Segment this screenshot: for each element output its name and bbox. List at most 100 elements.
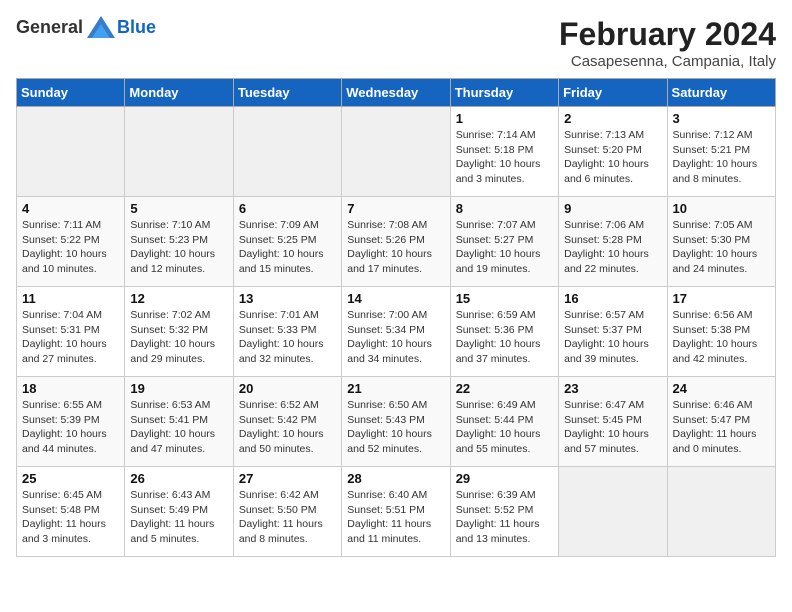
day-number: 11 — [22, 291, 119, 306]
day-number: 4 — [22, 201, 119, 216]
day-info: Sunrise: 7:09 AM Sunset: 5:25 PM Dayligh… — [239, 218, 336, 277]
day-number: 15 — [456, 291, 553, 306]
day-number: 23 — [564, 381, 661, 396]
day-info: Sunrise: 7:00 AM Sunset: 5:34 PM Dayligh… — [347, 308, 444, 367]
calendar-cell — [233, 107, 341, 197]
day-info: Sunrise: 6:40 AM Sunset: 5:51 PM Dayligh… — [347, 488, 444, 547]
day-number: 28 — [347, 471, 444, 486]
calendar-cell: 17 Sunrise: 6:56 AM Sunset: 5:38 PM Dayli… — [667, 287, 775, 377]
calendar-cell: 10Sunrise: 7:05 AM Sunset: 5:30 PM Dayli… — [667, 197, 775, 287]
calendar-cell: 25 Sunrise: 6:45 AM Sunset: 5:48 PM Dayli… — [17, 467, 125, 557]
day-number: 12 — [130, 291, 227, 306]
calendar-cell: 20Sunrise: 6:52 AM Sunset: 5:42 PM Dayli… — [233, 377, 341, 467]
day-number: 9 — [564, 201, 661, 216]
day-number: 20 — [239, 381, 336, 396]
calendar-cell — [17, 107, 125, 197]
day-number: 29 — [456, 471, 553, 486]
calendar-cell: 4 Sunrise: 7:11 AM Sunset: 5:22 PM Daylig… — [17, 197, 125, 287]
weekday-header-thursday: Thursday — [450, 79, 558, 107]
day-info: Sunrise: 6:57 AM Sunset: 5:37 PM Dayligh… — [564, 308, 661, 367]
calendar-week-3: 11 Sunrise: 7:04 AM Sunset: 5:31 PM Dayli… — [17, 287, 776, 377]
calendar-week-1: 1 Sunrise: 7:14 AM Sunset: 5:18 PM Daylig… — [17, 107, 776, 197]
day-number: 8 — [456, 201, 553, 216]
calendar-cell: 12 Sunrise: 7:02 AM Sunset: 5:32 PM Dayli… — [125, 287, 233, 377]
weekday-header-monday: Monday — [125, 79, 233, 107]
calendar-cell: 14 Sunrise: 7:00 AM Sunset: 5:34 PM Dayli… — [342, 287, 450, 377]
calendar-cell: 8Sunrise: 7:07 AM Sunset: 5:27 PM Daylig… — [450, 197, 558, 287]
day-number: 25 — [22, 471, 119, 486]
main-title: February 2024 — [559, 16, 776, 53]
calendar-week-4: 18 Sunrise: 6:55 AM Sunset: 5:39 PM Dayli… — [17, 377, 776, 467]
day-info: Sunrise: 7:12 AM Sunset: 5:21 PM Dayligh… — [673, 128, 770, 187]
day-info: Sunrise: 7:02 AM Sunset: 5:32 PM Dayligh… — [130, 308, 227, 367]
calendar-cell: 24Sunrise: 6:46 AM Sunset: 5:47 PM Dayli… — [667, 377, 775, 467]
day-info: Sunrise: 7:11 AM Sunset: 5:22 PM Dayligh… — [22, 218, 119, 277]
weekday-header-tuesday: Tuesday — [233, 79, 341, 107]
day-number: 3 — [673, 111, 770, 126]
day-number: 24 — [673, 381, 770, 396]
calendar-cell: 7 Sunrise: 7:08 AM Sunset: 5:26 PM Daylig… — [342, 197, 450, 287]
calendar-week-2: 4 Sunrise: 7:11 AM Sunset: 5:22 PM Daylig… — [17, 197, 776, 287]
weekday-header-wednesday: Wednesday — [342, 79, 450, 107]
logo-icon — [87, 16, 115, 38]
day-info: Sunrise: 6:47 AM Sunset: 5:45 PM Dayligh… — [564, 398, 661, 457]
day-number: 13 — [239, 291, 336, 306]
day-info: Sunrise: 6:50 AM Sunset: 5:43 PM Dayligh… — [347, 398, 444, 457]
day-number: 22 — [456, 381, 553, 396]
calendar-cell: 6 Sunrise: 7:09 AM Sunset: 5:25 PM Daylig… — [233, 197, 341, 287]
weekday-header-row: SundayMondayTuesdayWednesdayThursdayFrid… — [17, 79, 776, 107]
day-number: 18 — [22, 381, 119, 396]
day-info: Sunrise: 6:45 AM Sunset: 5:48 PM Dayligh… — [22, 488, 119, 547]
calendar-cell: 23 Sunrise: 6:47 AM Sunset: 5:45 PM Dayli… — [559, 377, 667, 467]
day-number: 26 — [130, 471, 227, 486]
calendar-cell: 26 Sunrise: 6:43 AM Sunset: 5:49 PM Dayli… — [125, 467, 233, 557]
calendar-cell: 16Sunrise: 6:57 AM Sunset: 5:37 PM Dayli… — [559, 287, 667, 377]
day-info: Sunrise: 6:39 AM Sunset: 5:52 PM Dayligh… — [456, 488, 553, 547]
calendar-body: 1 Sunrise: 7:14 AM Sunset: 5:18 PM Daylig… — [17, 107, 776, 557]
day-info: Sunrise: 6:42 AM Sunset: 5:50 PM Dayligh… — [239, 488, 336, 547]
logo: General Blue — [16, 16, 156, 38]
day-number: 17 — [673, 291, 770, 306]
day-number: 10 — [673, 201, 770, 216]
calendar-cell — [125, 107, 233, 197]
day-info: Sunrise: 7:06 AM Sunset: 5:28 PM Dayligh… — [564, 218, 661, 277]
calendar-cell: 21 Sunrise: 6:50 AM Sunset: 5:43 PM Dayli… — [342, 377, 450, 467]
title-area: February 2024 Casapesenna, Campania, Ita… — [559, 16, 776, 70]
calendar-cell: 1 Sunrise: 7:14 AM Sunset: 5:18 PM Daylig… — [450, 107, 558, 197]
day-info: Sunrise: 6:43 AM Sunset: 5:49 PM Dayligh… — [130, 488, 227, 547]
day-info: Sunrise: 6:55 AM Sunset: 5:39 PM Dayligh… — [22, 398, 119, 457]
day-info: Sunrise: 7:01 AM Sunset: 5:33 PM Dayligh… — [239, 308, 336, 367]
calendar-cell: 11 Sunrise: 7:04 AM Sunset: 5:31 PM Dayli… — [17, 287, 125, 377]
logo-blue: Blue — [117, 17, 156, 38]
day-info: Sunrise: 7:13 AM Sunset: 5:20 PM Dayligh… — [564, 128, 661, 187]
calendar-cell — [342, 107, 450, 197]
day-info: Sunrise: 7:04 AM Sunset: 5:31 PM Dayligh… — [22, 308, 119, 367]
day-number: 6 — [239, 201, 336, 216]
day-info: Sunrise: 6:56 AM Sunset: 5:38 PM Dayligh… — [673, 308, 770, 367]
day-number: 14 — [347, 291, 444, 306]
day-info: Sunrise: 7:14 AM Sunset: 5:18 PM Dayligh… — [456, 128, 553, 187]
day-info: Sunrise: 7:08 AM Sunset: 5:26 PM Dayligh… — [347, 218, 444, 277]
weekday-header-saturday: Saturday — [667, 79, 775, 107]
day-number: 7 — [347, 201, 444, 216]
day-info: Sunrise: 7:10 AM Sunset: 5:23 PM Dayligh… — [130, 218, 227, 277]
day-number: 1 — [456, 111, 553, 126]
logo-general: General — [16, 17, 83, 38]
subtitle: Casapesenna, Campania, Italy — [559, 53, 776, 70]
weekday-header-sunday: Sunday — [17, 79, 125, 107]
day-number: 19 — [130, 381, 227, 396]
day-number: 27 — [239, 471, 336, 486]
calendar-cell: 13 Sunrise: 7:01 AM Sunset: 5:33 PM Dayli… — [233, 287, 341, 377]
calendar-cell: 22 Sunrise: 6:49 AM Sunset: 5:44 PM Dayli… — [450, 377, 558, 467]
calendar-cell: 18 Sunrise: 6:55 AM Sunset: 5:39 PM Dayli… — [17, 377, 125, 467]
calendar-week-5: 25 Sunrise: 6:45 AM Sunset: 5:48 PM Dayli… — [17, 467, 776, 557]
weekday-header-friday: Friday — [559, 79, 667, 107]
calendar-cell: 28 Sunrise: 6:40 AM Sunset: 5:51 PM Dayli… — [342, 467, 450, 557]
day-number: 5 — [130, 201, 227, 216]
calendar-cell — [559, 467, 667, 557]
day-info: Sunrise: 6:53 AM Sunset: 5:41 PM Dayligh… — [130, 398, 227, 457]
day-number: 21 — [347, 381, 444, 396]
calendar-cell: 2Sunrise: 7:13 AM Sunset: 5:20 PM Daylig… — [559, 107, 667, 197]
day-info: Sunrise: 6:49 AM Sunset: 5:44 PM Dayligh… — [456, 398, 553, 457]
calendar-cell: 9 Sunrise: 7:06 AM Sunset: 5:28 PM Daylig… — [559, 197, 667, 287]
